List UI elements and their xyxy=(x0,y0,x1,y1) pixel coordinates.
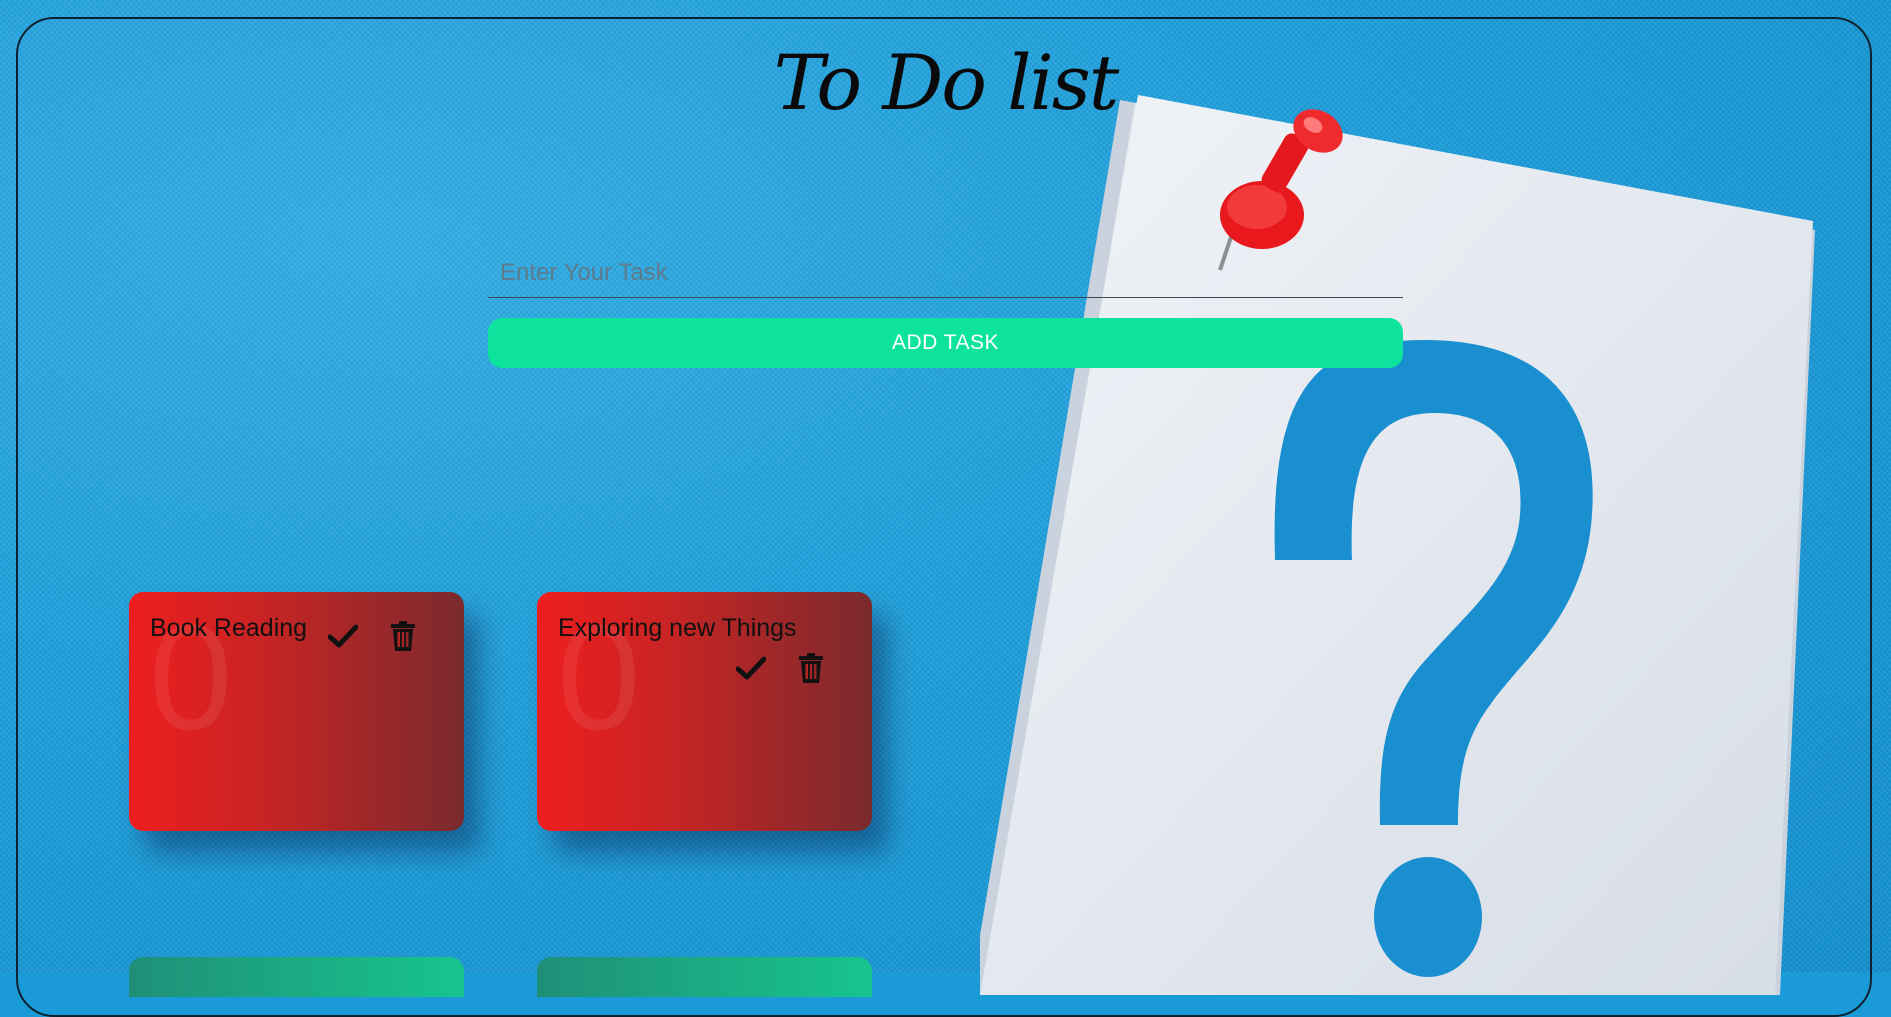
check-icon xyxy=(736,656,766,680)
delete-task-button[interactable] xyxy=(794,651,828,685)
trash-icon xyxy=(391,621,415,651)
complete-task-button[interactable] xyxy=(326,619,360,653)
trash-icon xyxy=(799,653,823,683)
task-input[interactable] xyxy=(488,248,1403,298)
check-icon xyxy=(328,624,358,648)
add-task-button[interactable]: ADD TASK xyxy=(488,318,1403,368)
complete-task-button[interactable] xyxy=(734,651,768,685)
task-text: Book Reading xyxy=(150,614,308,642)
app-container xyxy=(16,17,1872,1017)
task-card xyxy=(537,957,872,997)
task-card: 0 Book Reading xyxy=(129,592,464,831)
task-text: Exploring new Things xyxy=(558,614,797,642)
task-card: 0 Exploring new Things xyxy=(537,592,872,831)
delete-task-button[interactable] xyxy=(386,619,420,653)
task-card xyxy=(129,957,464,997)
page-title: To Do list xyxy=(773,38,1120,127)
